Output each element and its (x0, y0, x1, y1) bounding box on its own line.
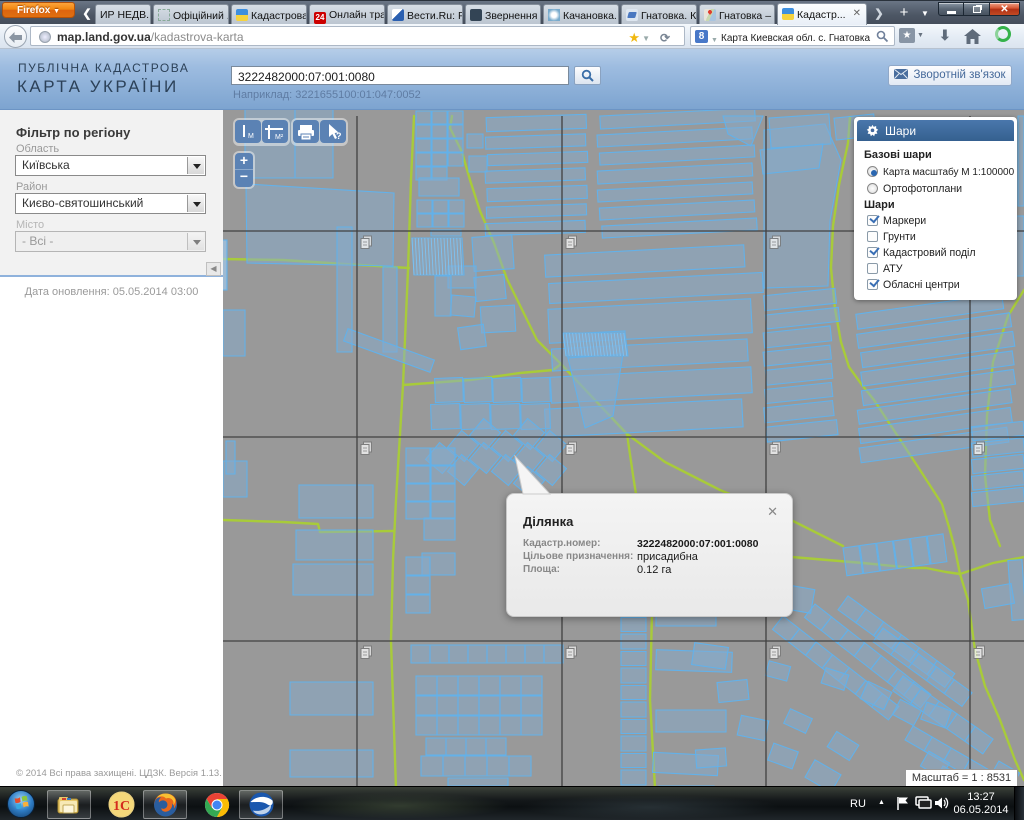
svg-text:?: ? (336, 131, 342, 141)
svg-text:1С: 1С (113, 799, 130, 814)
svg-text:M: M (248, 133, 254, 140)
svg-text:M²: M² (275, 134, 284, 141)
